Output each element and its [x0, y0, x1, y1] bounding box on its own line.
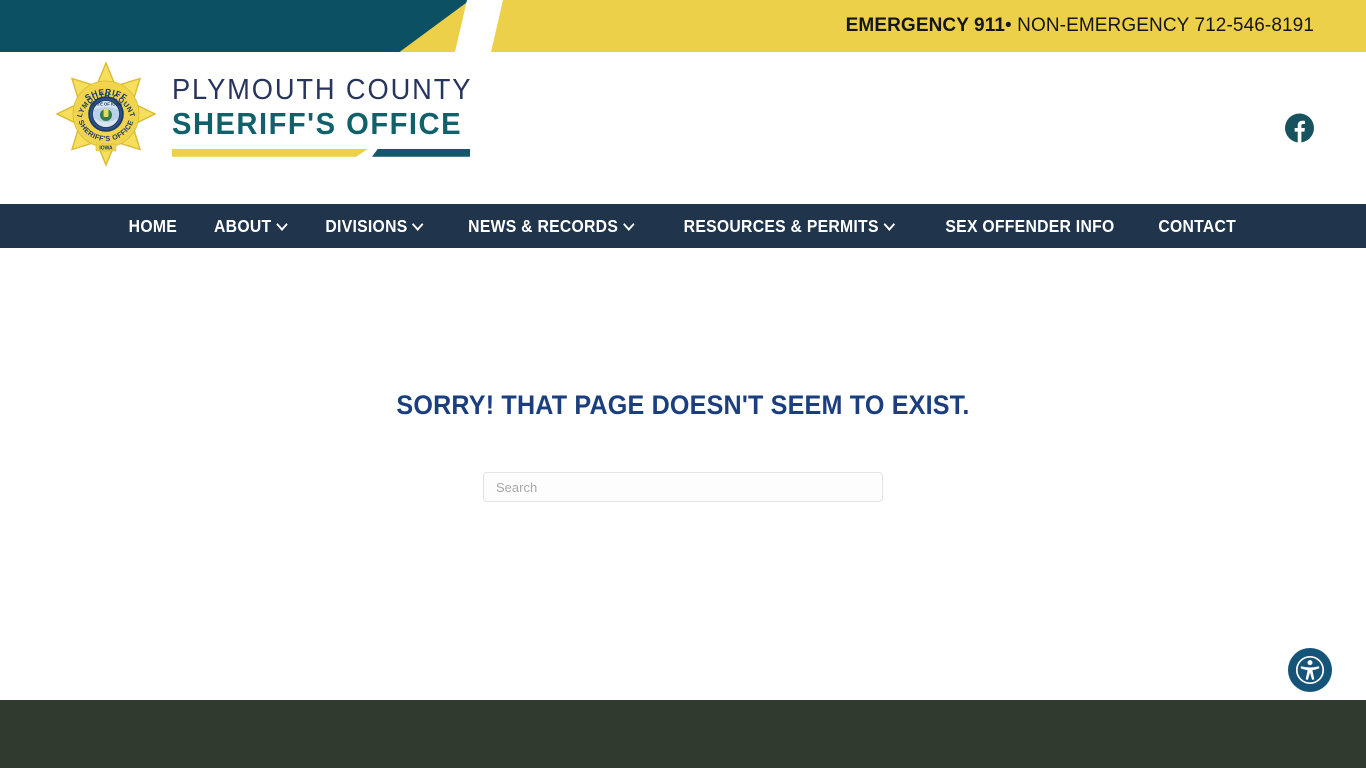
nav-item-home[interactable]: HOME	[115, 216, 190, 237]
nav-item-label: HOME	[128, 215, 177, 236]
logo-rule-yellow	[172, 148, 368, 157]
nav-item-news-records[interactable]: NEWS & RECORDS	[454, 216, 646, 237]
nav-item-about[interactable]: ABOUT	[200, 216, 300, 237]
social-links	[1285, 113, 1314, 143]
nav-item-contact[interactable]: CONTACT	[1145, 216, 1250, 237]
chevron-down-icon	[885, 220, 894, 230]
facebook-icon	[1285, 113, 1314, 143]
nav-list: HOME ABOUT DIVISIONS NEWS & RECORDS RESO…	[111, 216, 1255, 237]
logo-underline-rules	[172, 148, 470, 157]
chevron-down-icon	[414, 220, 423, 230]
nav-item-label: RESOURCES & PERMITS	[683, 215, 879, 236]
emergency-number-label: EMERGENCY 911	[845, 15, 1005, 36]
accessibility-options-button[interactable]	[1288, 648, 1332, 692]
nav-item-label: ABOUT	[213, 215, 271, 236]
nav-item-sex-offender-info[interactable]: SEX OFFENDER INFO	[932, 216, 1128, 237]
site-logo[interactable]: SHERIFF PLYMOUTH COUNTY SHERIFF'S OFFICE…	[52, 60, 491, 168]
topbar-diagonal-divider	[455, 0, 503, 52]
logo-office-line: SHERIFF'S OFFICE	[172, 105, 463, 141]
nav-item-divisions[interactable]: DIVISIONS	[312, 216, 436, 237]
non-emergency-number-label: • NON-EMERGENCY 712-546-8191	[1005, 15, 1314, 36]
emergency-contact-text: EMERGENCY 911 • NON-EMERGENCY 712-546-81…	[846, 0, 1314, 52]
search-input[interactable]	[483, 472, 883, 502]
site-header: SHERIFF PLYMOUTH COUNTY SHERIFF'S OFFICE…	[0, 52, 1366, 204]
nav-item-label: SEX OFFENDER INFO	[945, 215, 1115, 236]
search-form	[483, 472, 883, 502]
sheriff-badge-icon: SHERIFF PLYMOUTH COUNTY SHERIFF'S OFFICE…	[52, 60, 160, 168]
chevron-down-icon	[624, 220, 633, 230]
nav-item-label: DIVISIONS	[325, 215, 408, 236]
accessibility-icon	[1294, 654, 1326, 686]
logo-county-line: PLYMOUTH COUNTY	[172, 74, 473, 107]
logo-wordmark: PLYMOUTH COUNTY SHERIFF'S OFFICE	[172, 71, 491, 157]
svg-text:STATE OF IOWA: STATE OF IOWA	[90, 102, 122, 107]
nav-item-label: CONTACT	[1158, 215, 1236, 236]
page-title: SORRY! THAT PAGE DOESN'T SEEM TO EXIST.	[396, 390, 970, 420]
topbar-teal-shape	[0, 0, 470, 52]
main-navigation: HOME ABOUT DIVISIONS NEWS & RECORDS RESO…	[0, 204, 1366, 248]
main-content: SORRY! THAT PAGE DOESN'T SEEM TO EXIST.	[0, 248, 1366, 700]
nav-item-resources-permits[interactable]: RESOURCES & PERMITS	[670, 216, 907, 237]
nav-item-label: NEWS & RECORDS	[467, 215, 618, 236]
svg-text:IOWA: IOWA	[99, 146, 113, 152]
logo-rule-teal	[372, 148, 470, 157]
facebook-link[interactable]	[1285, 113, 1314, 143]
emergency-top-bar: EMERGENCY 911 • NON-EMERGENCY 712-546-81…	[0, 0, 1366, 52]
chevron-down-icon	[277, 220, 286, 230]
site-footer	[0, 700, 1366, 768]
